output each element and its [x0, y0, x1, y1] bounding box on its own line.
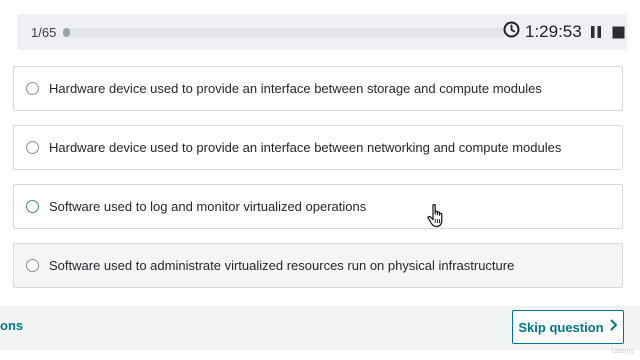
answer-option[interactable]: Hardware device used to provide an inter… — [13, 66, 623, 111]
answer-option[interactable]: Software used to administrate virtualize… — [13, 243, 623, 288]
stop-icon[interactable] — [610, 23, 628, 41]
answer-option-label: Software used to log and monitor virtual… — [49, 199, 367, 214]
radio-button[interactable] — [26, 259, 39, 272]
quiz-footer: ons Skip question — [0, 306, 640, 350]
pause-icon[interactable] — [587, 23, 605, 41]
question-counter: 1/65 — [31, 25, 57, 40]
chevron-right-icon — [610, 318, 618, 336]
answer-option-label: Hardware device used to provide an inter… — [49, 81, 542, 96]
skip-question-label: Skip question — [518, 319, 604, 335]
radio-button[interactable] — [26, 200, 39, 213]
quiz-header: 1/65 1:29:53 — [17, 14, 627, 50]
progress-bar — [63, 28, 505, 37]
quiz-page: 1/65 1:29:53 Hardware device used to pro… — [0, 0, 640, 360]
udemy-watermark: Udemy — [611, 348, 634, 355]
hand-cursor-icon — [426, 203, 448, 229]
timer-value: 1:29:53 — [525, 22, 582, 41]
answer-options: Hardware device used to provide an inter… — [13, 66, 623, 302]
radio-button[interactable] — [26, 82, 39, 95]
progress-fill — [63, 28, 70, 37]
answer-option[interactable]: Software used to log and monitor virtual… — [13, 184, 623, 229]
timer-group: 1:29:53 — [503, 21, 628, 43]
answer-option-label: Software used to administrate virtualize… — [49, 258, 515, 273]
answer-option[interactable]: Hardware device used to provide an inter… — [13, 125, 623, 170]
clock-icon — [503, 21, 520, 43]
skip-question-button[interactable]: Skip question — [512, 310, 624, 344]
answer-option-label: Hardware device used to provide an inter… — [49, 140, 562, 155]
previous-link[interactable]: ons — [0, 318, 23, 333]
radio-button[interactable] — [26, 141, 39, 154]
